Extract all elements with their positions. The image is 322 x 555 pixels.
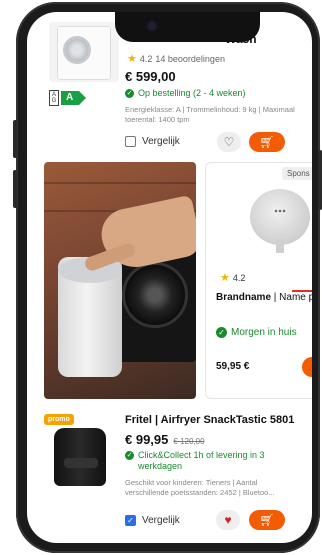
- cart-icon: 🛒︎: [259, 135, 275, 149]
- availability: ✓ Morgen in huis: [216, 327, 297, 338]
- check-icon: ✓: [216, 327, 227, 338]
- review-count: 14 beoordelingen: [155, 53, 225, 64]
- product-title[interactable]: Fritel | Airfryer SnackTastic 5801: [125, 414, 294, 426]
- washing-machine-door: [63, 36, 91, 64]
- star-icon: ★: [220, 272, 230, 284]
- power-button: [318, 150, 322, 210]
- speaker-lights: [274, 209, 286, 213]
- availability-text: Morgen in huis: [231, 327, 297, 338]
- sponsored-product-card[interactable]: Spons ★ 4.2 Brandname | Name product 1 ✓…: [205, 162, 312, 399]
- wall-detail: [44, 182, 196, 184]
- energy-scale-icon: AG: [49, 90, 59, 106]
- product-rating: ★ 4.2: [220, 271, 245, 284]
- product-name: | Name product 1: [273, 292, 312, 303]
- product-brand: Brandname: [216, 292, 272, 303]
- add-to-cart-button[interactable]: [302, 357, 312, 377]
- compare-checkbox[interactable]: ✓: [125, 515, 136, 526]
- red-indicator-line: [292, 290, 312, 292]
- energy-label[interactable]: AG A: [49, 90, 87, 106]
- product-image-washing-machine[interactable]: [49, 22, 119, 82]
- airfryer-body: [54, 428, 106, 486]
- sponsored-badge: Spons: [282, 167, 312, 180]
- product-rating: ★ 4.2 14 beoordelingen: [127, 52, 225, 65]
- speaker-stand: [276, 239, 284, 253]
- product-image-airfryer[interactable]: promo: [44, 414, 114, 498]
- promo-banner-image[interactable]: [44, 162, 196, 399]
- compare-checkbox[interactable]: [125, 136, 136, 147]
- old-price: € 120,00: [173, 437, 205, 446]
- compare-toggle[interactable]: Vergelijk: [125, 136, 180, 147]
- check-icon: ✓: [125, 451, 134, 460]
- camera-icon: [147, 21, 157, 31]
- add-to-cart-button[interactable]: 🛒︎: [249, 510, 285, 530]
- add-to-cart-button[interactable]: 🛒︎: [249, 132, 285, 152]
- cart-icon: 🛒︎: [259, 513, 275, 527]
- star-icon: ★: [127, 53, 137, 65]
- product-price: 59,95 €: [216, 361, 250, 372]
- check-icon: ✓: [125, 88, 134, 98]
- product-specs: Energieklasse: A | Trommelinhoud: 9 kg |…: [125, 105, 295, 124]
- airfryer-handle: [64, 458, 98, 468]
- product-title[interactable]: Brandname | Name product 1: [216, 291, 312, 305]
- speaker-cone: [122, 262, 188, 328]
- availability-text: Click&Collect 1h of levering in 3 werkda…: [138, 450, 265, 471]
- heart-icon: ♥: [224, 513, 232, 527]
- availability: ✓ Click&Collect 1h of levering in 3 werk…: [125, 450, 300, 472]
- phone-screen: Wash ★ 4.2 14 beoordelingen € 599,00 ✓ O…: [27, 12, 312, 543]
- compare-toggle[interactable]: ✓ Vergelijk: [125, 515, 180, 526]
- product-image-smart-speaker: [250, 189, 310, 245]
- product-specs: Geschikt voor kinderen: Tieners | Aantal…: [125, 478, 275, 497]
- promo-badge: promo: [44, 414, 74, 425]
- rating-value: 4.2: [232, 272, 246, 283]
- availability-text: Op bestelling (2 - 4 weken): [138, 88, 246, 98]
- notch: [115, 12, 260, 42]
- compare-label: Vergelijk: [142, 515, 180, 526]
- current-price: € 99,95: [125, 432, 169, 447]
- volume-button: [13, 120, 17, 158]
- volume-button: [13, 170, 17, 208]
- availability: ✓ Op bestelling (2 - 4 weken): [125, 88, 246, 98]
- product-price: € 599,00: [125, 69, 176, 84]
- wishlist-button[interactable]: ♥: [216, 510, 240, 530]
- compare-label: Vergelijk: [142, 136, 180, 147]
- energy-class: A: [61, 91, 87, 105]
- rating-value: 4.2: [139, 53, 153, 64]
- heart-icon: ♡: [223, 135, 235, 149]
- smart-speaker-image: [58, 257, 122, 377]
- product-price: € 99,95 € 120,00: [125, 432, 205, 447]
- wishlist-button[interactable]: ♡: [217, 132, 241, 152]
